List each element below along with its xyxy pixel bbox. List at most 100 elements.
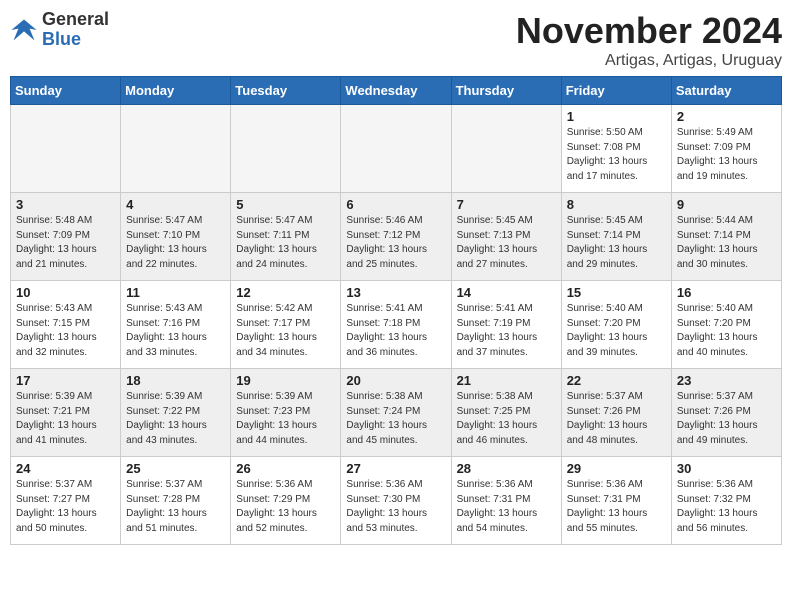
calendar-header-thursday: Thursday (451, 77, 561, 105)
day-number: 3 (16, 197, 115, 212)
logo: General Blue (10, 10, 109, 50)
calendar-cell: 25 Sunrise: 5:37 AM Sunset: 7:28 PM Dayli… (121, 457, 231, 545)
day-info: Sunrise: 5:39 AM Sunset: 7:21 PM Dayligh… (16, 390, 115, 448)
day-info: Sunrise: 5:43 AM Sunset: 7:16 PM Dayligh… (126, 302, 225, 360)
calendar-cell: 9 Sunrise: 5:44 AM Sunset: 7:14 PM Daylig… (671, 193, 781, 281)
calendar-header-monday: Monday (121, 77, 231, 105)
calendar-cell: 18Sunrise: 5:39 AM Sunset: 7:22 PM Dayli… (121, 369, 231, 457)
calendar-cell: 22Sunrise: 5:37 AM Sunset: 7:26 PM Dayli… (561, 369, 671, 457)
calendar-week-row: 17 Sunrise: 5:39 AM Sunset: 7:21 PM Dayli… (11, 369, 782, 457)
day-info: Sunrise: 5:47 AM Sunset: 7:11 PM Dayligh… (236, 214, 335, 272)
day-info: Sunrise: 5:45 AM Sunset: 7:14 PM Dayligh… (567, 214, 666, 272)
day-info: Sunrise: 5:37 AM Sunset: 7:27 PM Dayligh… (16, 478, 115, 536)
day-number: 4 (126, 197, 225, 212)
calendar-cell (451, 105, 561, 193)
day-info: Sunrise: 5:48 AM Sunset: 7:09 PM Dayligh… (16, 214, 115, 272)
day-info: Sunrise: 5:36 AM Sunset: 7:31 PM Dayligh… (567, 478, 666, 536)
day-number: 1 (567, 109, 666, 124)
day-info: Sunrise: 5:37 AM Sunset: 7:26 PM Dayligh… (677, 390, 776, 448)
calendar-cell: 28 Sunrise: 5:36 AM Sunset: 7:31 PM Dayli… (451, 457, 561, 545)
calendar-cell: 10 Sunrise: 5:43 AM Sunset: 7:15 PM Dayli… (11, 281, 121, 369)
day-number: 21 (457, 373, 556, 388)
calendar-week-row: 3 Sunrise: 5:48 AM Sunset: 7:09 PM Daylig… (11, 193, 782, 281)
day-info: Sunrise: 5:38 AM Sunset: 7:24 PM Dayligh… (346, 390, 445, 448)
day-number: 17 (16, 373, 115, 388)
day-number: 10 (16, 285, 115, 300)
day-info: Sunrise: 5:49 AM Sunset: 7:09 PM Dayligh… (677, 126, 776, 184)
calendar-cell: 15Sunrise: 5:40 AM Sunset: 7:20 PM Dayli… (561, 281, 671, 369)
day-info: Sunrise: 5:36 AM Sunset: 7:29 PM Dayligh… (236, 478, 335, 536)
calendar-header-sunday: Sunday (11, 77, 121, 105)
day-number: 19 (236, 373, 335, 388)
day-info: Sunrise: 5:36 AM Sunset: 7:31 PM Dayligh… (457, 478, 556, 536)
calendar-cell: 21Sunrise: 5:38 AM Sunset: 7:25 PM Dayli… (451, 369, 561, 457)
calendar-week-row: 10 Sunrise: 5:43 AM Sunset: 7:15 PM Dayli… (11, 281, 782, 369)
calendar-cell: 17 Sunrise: 5:39 AM Sunset: 7:21 PM Dayli… (11, 369, 121, 457)
calendar-cell: 3 Sunrise: 5:48 AM Sunset: 7:09 PM Daylig… (11, 193, 121, 281)
calendar-cell: 27Sunrise: 5:36 AM Sunset: 7:30 PM Dayli… (341, 457, 451, 545)
calendar-cell: 5Sunrise: 5:47 AM Sunset: 7:11 PM Daylig… (231, 193, 341, 281)
calendar-cell: 20 Sunrise: 5:38 AM Sunset: 7:24 PM Dayli… (341, 369, 451, 457)
logo-text: General Blue (42, 10, 109, 50)
calendar-cell: 16 Sunrise: 5:40 AM Sunset: 7:20 PM Dayli… (671, 281, 781, 369)
calendar-cell: 7 Sunrise: 5:45 AM Sunset: 7:13 PM Daylig… (451, 193, 561, 281)
day-info: Sunrise: 5:45 AM Sunset: 7:13 PM Dayligh… (457, 214, 556, 272)
day-number: 7 (457, 197, 556, 212)
calendar-cell: 1 Sunrise: 5:50 AM Sunset: 7:08 PM Daylig… (561, 105, 671, 193)
logo-blue: Blue (42, 29, 81, 49)
day-info: Sunrise: 5:40 AM Sunset: 7:20 PM Dayligh… (677, 302, 776, 360)
day-number: 23 (677, 373, 776, 388)
day-number: 16 (677, 285, 776, 300)
day-number: 11 (126, 285, 225, 300)
calendar-cell: 19 Sunrise: 5:39 AM Sunset: 7:23 PM Dayli… (231, 369, 341, 457)
day-info: Sunrise: 5:44 AM Sunset: 7:14 PM Dayligh… (677, 214, 776, 272)
calendar-cell: 12Sunrise: 5:42 AM Sunset: 7:17 PM Dayli… (231, 281, 341, 369)
calendar-cell: 11 Sunrise: 5:43 AM Sunset: 7:16 PM Dayli… (121, 281, 231, 369)
day-info: Sunrise: 5:39 AM Sunset: 7:23 PM Dayligh… (236, 390, 335, 448)
day-info: Sunrise: 5:42 AM Sunset: 7:17 PM Dayligh… (236, 302, 335, 360)
day-number: 13 (346, 285, 445, 300)
day-number: 29 (567, 461, 666, 476)
calendar-cell: 23 Sunrise: 5:37 AM Sunset: 7:26 PM Dayli… (671, 369, 781, 457)
day-number: 27 (346, 461, 445, 476)
calendar-cell (11, 105, 121, 193)
day-number: 25 (126, 461, 225, 476)
calendar-cell (121, 105, 231, 193)
calendar-header-tuesday: Tuesday (231, 77, 341, 105)
day-info: Sunrise: 5:41 AM Sunset: 7:18 PM Dayligh… (346, 302, 445, 360)
day-number: 20 (346, 373, 445, 388)
day-number: 15 (567, 285, 666, 300)
title-block: November 2024 Artigas, Artigas, Uruguay (516, 10, 782, 70)
calendar-cell: 29 Sunrise: 5:36 AM Sunset: 7:31 PM Dayli… (561, 457, 671, 545)
day-number: 9 (677, 197, 776, 212)
day-info: Sunrise: 5:50 AM Sunset: 7:08 PM Dayligh… (567, 126, 666, 184)
calendar-header-wednesday: Wednesday (341, 77, 451, 105)
day-number: 28 (457, 461, 556, 476)
day-info: Sunrise: 5:36 AM Sunset: 7:32 PM Dayligh… (677, 478, 776, 536)
day-info: Sunrise: 5:41 AM Sunset: 7:19 PM Dayligh… (457, 302, 556, 360)
day-number: 18 (126, 373, 225, 388)
month-title: November 2024 (516, 10, 782, 52)
logo-general: General (42, 9, 109, 29)
calendar-cell: 2 Sunrise: 5:49 AM Sunset: 7:09 PM Daylig… (671, 105, 781, 193)
day-number: 26 (236, 461, 335, 476)
day-info: Sunrise: 5:47 AM Sunset: 7:10 PM Dayligh… (126, 214, 225, 272)
day-number: 24 (16, 461, 115, 476)
day-info: Sunrise: 5:37 AM Sunset: 7:28 PM Dayligh… (126, 478, 225, 536)
calendar-cell: 8 Sunrise: 5:45 AM Sunset: 7:14 PM Daylig… (561, 193, 671, 281)
day-info: Sunrise: 5:37 AM Sunset: 7:26 PM Dayligh… (567, 390, 666, 448)
calendar-cell: 13 Sunrise: 5:41 AM Sunset: 7:18 PM Dayli… (341, 281, 451, 369)
day-info: Sunrise: 5:46 AM Sunset: 7:12 PM Dayligh… (346, 214, 445, 272)
logo-icon (10, 16, 38, 44)
day-number: 6 (346, 197, 445, 212)
location-title: Artigas, Artigas, Uruguay (516, 52, 782, 70)
calendar-cell (231, 105, 341, 193)
calendar-header-saturday: Saturday (671, 77, 781, 105)
day-number: 8 (567, 197, 666, 212)
calendar-week-row: 24 Sunrise: 5:37 AM Sunset: 7:27 PM Dayli… (11, 457, 782, 545)
day-info: Sunrise: 5:43 AM Sunset: 7:15 PM Dayligh… (16, 302, 115, 360)
calendar-cell: 30Sunrise: 5:36 AM Sunset: 7:32 PM Dayli… (671, 457, 781, 545)
calendar-cell: 24 Sunrise: 5:37 AM Sunset: 7:27 PM Dayli… (11, 457, 121, 545)
day-number: 2 (677, 109, 776, 124)
page-header: General Blue November 2024 Artigas, Arti… (10, 10, 782, 70)
